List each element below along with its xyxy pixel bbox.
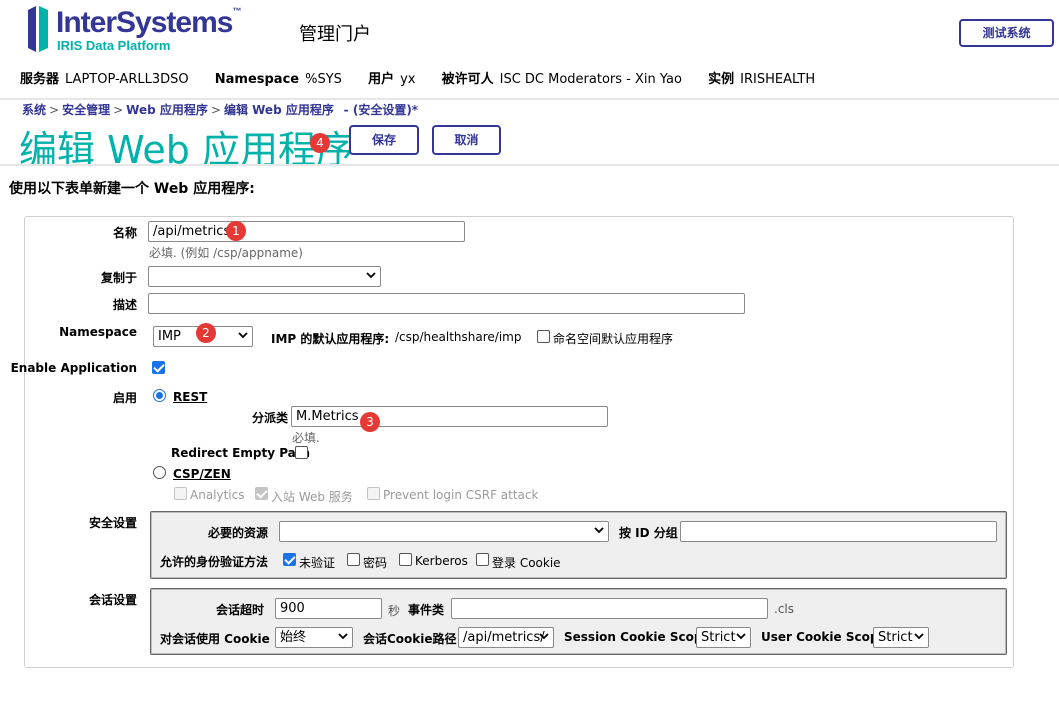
dispatch-class-input[interactable] bbox=[291, 406, 608, 427]
logo-subtitle: IRIS Data Platform bbox=[57, 38, 171, 53]
session-cookie-scope-label: Session Cookie Scope bbox=[564, 630, 711, 644]
security-settings-label: 安全设置 bbox=[88, 516, 137, 530]
required-resource-label: 必要的资源 bbox=[207, 526, 268, 540]
save-button[interactable]: 保存 bbox=[349, 125, 419, 155]
ns-default-app-value: /csp/healthshare/imp bbox=[395, 330, 522, 344]
analytics-checkbox[interactable] bbox=[174, 487, 187, 500]
chevron-down-icon bbox=[914, 633, 924, 640]
form-intro: 使用以下表单新建一个 Web 应用程序: bbox=[9, 181, 255, 197]
ns-default-app-check-label: 命名空间默认应用程序 bbox=[553, 332, 674, 346]
title-divider bbox=[0, 164, 1059, 166]
analytics-label: Analytics bbox=[190, 488, 245, 502]
user-cookie-scope-label: User Cookie Scope bbox=[761, 630, 887, 644]
required-resource-select[interactable] bbox=[279, 521, 609, 542]
user-value: yx bbox=[400, 72, 416, 87]
test-system-button[interactable]: 测试系统 bbox=[959, 19, 1054, 47]
redirect-empty-path-checkbox[interactable] bbox=[295, 446, 308, 459]
namespace-label: Namespace bbox=[214, 72, 300, 87]
cookie-path-select[interactable]: /api/metrics/ bbox=[458, 627, 554, 648]
dispatch-class-label: 分派类 bbox=[251, 411, 288, 425]
group-by-id-input[interactable] bbox=[680, 521, 997, 542]
cancel-button[interactable]: 取消 bbox=[432, 125, 501, 155]
user-label: 用户 bbox=[368, 72, 395, 87]
breadcrumb: 系统 > 安全管理 > Web 应用程序 > 编辑 Web 应用程序 - (安全设置)* bbox=[22, 103, 419, 117]
csp-zen-radio[interactable] bbox=[153, 466, 166, 479]
password-checkbox[interactable] bbox=[347, 553, 360, 566]
chevron-down-icon bbox=[594, 527, 604, 534]
session-settings-label: 会话设置 bbox=[88, 593, 137, 607]
prevent-csrf-checkbox[interactable] bbox=[367, 487, 380, 500]
description-input[interactable] bbox=[148, 293, 745, 314]
logo-name: InterSystems™ bbox=[56, 6, 241, 39]
enable-label: 启用 bbox=[112, 391, 137, 405]
breadcrumb-edit-web-app[interactable]: 编辑 Web 应用程序 bbox=[224, 103, 334, 117]
annotation-badge-2: 2 bbox=[196, 323, 216, 343]
licensee-label: 被许可人 bbox=[441, 72, 494, 87]
chevron-down-icon bbox=[238, 332, 248, 339]
use-cookie-select[interactable]: 始终 bbox=[275, 627, 353, 648]
breadcrumb-system[interactable]: 系统 bbox=[22, 103, 46, 117]
enable-application-label: Enable Application bbox=[10, 361, 137, 375]
session-timeout-unit: 秒 bbox=[388, 604, 401, 618]
header: InterSystems™ IRIS Data Platform 管理门户 测试… bbox=[0, 0, 1059, 100]
namespace-field-label: Namespace bbox=[59, 325, 137, 339]
session-cookie-scope-select[interactable]: Strict bbox=[696, 627, 751, 648]
name-hint: 必填. (例如 /csp/appname) bbox=[149, 246, 303, 260]
event-class-input[interactable] bbox=[451, 598, 768, 619]
dispatch-class-hint: 必填. bbox=[292, 431, 320, 445]
name-label: 名称 bbox=[112, 226, 137, 240]
chevron-down-icon bbox=[736, 633, 746, 640]
ns-default-app-checkbox[interactable] bbox=[537, 330, 550, 343]
login-cookie-checkbox[interactable] bbox=[476, 553, 489, 566]
event-class-suffix: .cls bbox=[774, 602, 794, 616]
copy-from-select[interactable] bbox=[148, 266, 381, 287]
system-info-bar: 服务器 LAPTOP-ARLL3DSO Namespace %SYS 用户 yx 被许… bbox=[20, 68, 837, 87]
kerberos-checkbox[interactable] bbox=[399, 553, 412, 566]
chevron-down-icon bbox=[539, 633, 549, 640]
licensee-value: ISC DC Moderators - Xin Yao bbox=[499, 72, 682, 87]
password-label: 密码 bbox=[363, 556, 388, 570]
chevron-down-icon bbox=[366, 272, 376, 279]
session-timeout-label: 会话超时 bbox=[215, 603, 264, 617]
chevron-down-icon bbox=[338, 633, 348, 640]
inbound-web-services-label: 入站 Web 服务 bbox=[271, 490, 353, 504]
kerberos-label: Kerberos bbox=[415, 554, 468, 568]
unauthenticated-checkbox[interactable] bbox=[283, 553, 296, 566]
name-input[interactable] bbox=[148, 221, 465, 242]
annotation-badge-3: 3 bbox=[360, 412, 380, 432]
portal-title: 管理门户 bbox=[299, 24, 371, 45]
instance-value: IRISHEALTH bbox=[740, 72, 816, 87]
use-cookie-label: 对会话使用 Cookie bbox=[160, 632, 270, 646]
intersystems-logo-icon bbox=[28, 6, 48, 52]
copy-from-label: 复制于 bbox=[100, 271, 137, 285]
rest-label: REST bbox=[173, 390, 208, 404]
annotation-badge-4: 4 bbox=[310, 133, 330, 153]
group-by-id-label: 按 ID 分组 bbox=[619, 526, 678, 540]
unauthenticated-label: 未验证 bbox=[299, 556, 336, 570]
event-class-label: 事件类 bbox=[408, 603, 445, 617]
ns-default-app-label: IMP 的默认应用程序: bbox=[271, 332, 390, 346]
breadcrumb-web-apps[interactable]: Web 应用程序 bbox=[126, 103, 208, 117]
auth-methods-label: 允许的身份验证方法 bbox=[160, 555, 269, 569]
instance-label: 实例 bbox=[708, 72, 735, 87]
server-value: LAPTOP-ARLL3DSO bbox=[65, 72, 189, 87]
prevent-csrf-label: Prevent login CSRF attack bbox=[383, 488, 539, 502]
csp-zen-label: CSP/ZEN bbox=[173, 467, 231, 481]
user-cookie-scope-select[interactable]: Strict bbox=[873, 627, 929, 648]
annotation-badge-1: 1 bbox=[226, 221, 246, 241]
login-cookie-label: 登录 Cookie bbox=[492, 556, 561, 570]
rest-radio[interactable] bbox=[153, 389, 166, 402]
enable-application-checkbox[interactable] bbox=[152, 361, 165, 374]
namespace-value: %SYS bbox=[305, 72, 342, 87]
inbound-web-services-checkbox[interactable] bbox=[255, 487, 268, 500]
description-label: 描述 bbox=[112, 298, 137, 312]
session-timeout-input[interactable] bbox=[275, 598, 382, 619]
breadcrumb-security[interactable]: 安全管理 bbox=[62, 103, 110, 117]
server-label: 服务器 bbox=[20, 72, 60, 87]
redirect-empty-path-label: Redirect Empty Path bbox=[171, 446, 311, 460]
cookie-path-label: 会话Cookie路径 bbox=[363, 632, 457, 646]
breadcrumb-suffix: - (安全设置)* bbox=[343, 103, 419, 117]
